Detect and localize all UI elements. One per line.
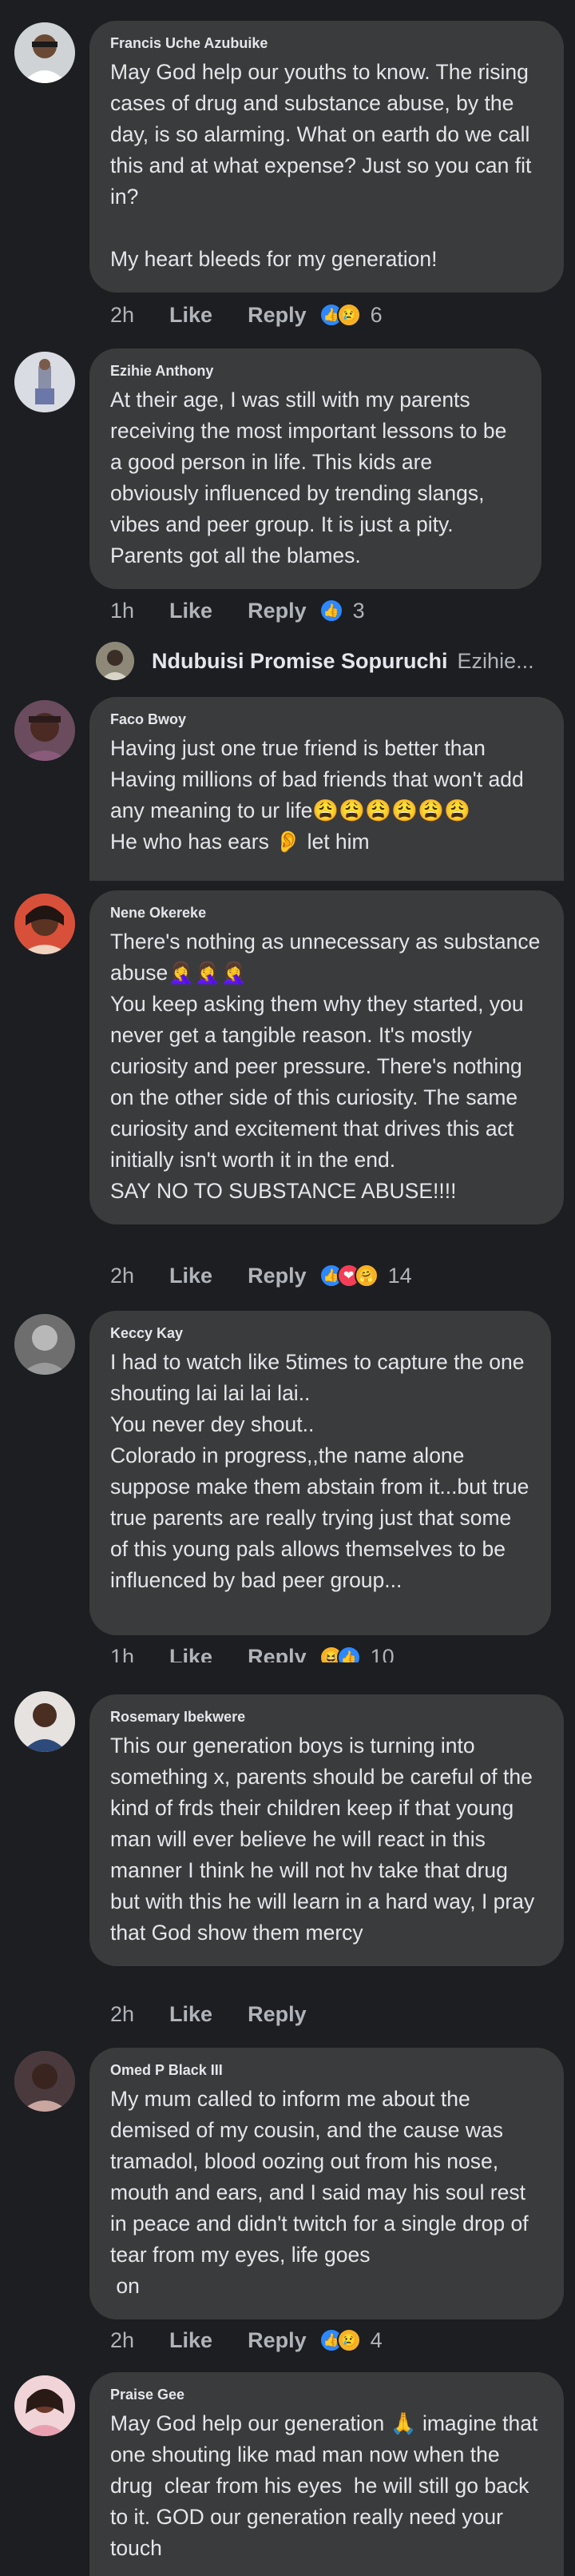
comment-bubble: Omed P Black III My mum called to inform… <box>89 2048 564 2319</box>
avatar <box>96 642 134 680</box>
comment-timestamp[interactable]: 1h <box>110 599 134 623</box>
reply-button[interactable]: Reply <box>248 303 307 328</box>
comment-author[interactable]: Keccy Kay <box>110 1325 530 1342</box>
reactions-summary[interactable]: 😆 👍 10 <box>319 1645 395 1662</box>
reply-button[interactable]: Reply <box>248 2002 307 2027</box>
avatar[interactable] <box>14 2375 75 2436</box>
comment-actions: 2h Like Reply 👍 😢 4 <box>110 2324 383 2356</box>
like-button[interactable]: Like <box>169 1645 212 1662</box>
avatar[interactable] <box>14 352 75 412</box>
comment-text: There's nothing as unnecessary as substa… <box>110 930 541 1203</box>
avatar[interactable] <box>14 1691 75 1752</box>
reaction-count: 10 <box>370 1645 395 1662</box>
reply-snippet: Ezihie... <box>457 648 534 673</box>
avatar[interactable] <box>14 22 75 83</box>
reaction-count: 6 <box>370 302 383 327</box>
reply-author[interactable]: Ndubuisi Promise Sopuruchi <box>152 649 448 674</box>
like-button[interactable]: Like <box>169 599 212 623</box>
reactions-summary[interactable]: 👍 ❤ 🤗 14 <box>319 1264 412 1288</box>
like-button[interactable]: Like <box>169 2002 212 2027</box>
avatar[interactable] <box>14 894 75 954</box>
comment-author[interactable]: Praise Gee <box>110 2387 543 2403</box>
avatar[interactable] <box>14 1314 75 1375</box>
comment-bubble: Francis Uche Azubuike May God help our y… <box>89 21 564 293</box>
thumbs-up-icon: 👍 <box>319 599 343 623</box>
comment-actions: 1h Like Reply 😆 👍 10 <box>110 1645 395 1662</box>
comment-actions: 2h Like Reply 👍 ❤ 🤗 14 <box>110 1260 412 1292</box>
comment-bubble: Faco Bwoy Having just one true friend is… <box>89 697 564 881</box>
sad-face-icon: 😢 <box>336 303 361 327</box>
reactions-summary[interactable]: 👍 😢 4 <box>319 2328 383 2353</box>
comment-author[interactable]: Francis Uche Azubuike <box>110 35 543 52</box>
reaction-count: 4 <box>370 2327 383 2352</box>
comment-timestamp[interactable]: 2h <box>110 303 134 328</box>
comment-actions: 2h Like Reply <box>110 1998 319 2030</box>
care-face-icon: 🤗 <box>354 1264 379 1288</box>
reaction-count: 14 <box>387 1263 412 1288</box>
avatar[interactable] <box>14 2051 75 2112</box>
avatar[interactable] <box>14 700 75 761</box>
comment-actions: 2h Like Reply 👍 😢 6 <box>110 299 383 331</box>
comment-author[interactable]: Rosemary Ibekwere <box>110 1709 543 1726</box>
comments-feed: Francis Uche Azubuike May God help our y… <box>0 0 575 2576</box>
comment-text: I had to watch like 5times to capture th… <box>110 1350 529 1592</box>
like-button[interactable]: Like <box>169 2328 212 2353</box>
comment-timestamp[interactable]: 1h <box>110 1645 134 1662</box>
comment-text: May God help our generation 🙏 imagine th… <box>110 2411 544 2560</box>
comment-bubble: Nene Okereke There's nothing as unnecess… <box>89 890 564 1224</box>
sad-face-icon: 😢 <box>336 2328 361 2352</box>
reactions-summary[interactable]: 👍 3 <box>319 599 365 623</box>
reactions-summary[interactable]: 👍 😢 6 <box>319 303 383 328</box>
comment-bubble: Keccy Kay I had to watch like 5times to … <box>89 1311 551 1635</box>
reply-preview[interactable]: Ndubuisi Promise Sopuruchi Ezihie... <box>96 637 534 685</box>
reaction-count: 3 <box>352 598 365 623</box>
comment-timestamp[interactable]: 2h <box>110 1264 134 1288</box>
reply-button[interactable]: Reply <box>248 1264 307 1288</box>
comment-text: Having just one true friend is better th… <box>110 736 524 854</box>
reply-button[interactable]: Reply <box>248 1645 307 1662</box>
comment-author[interactable]: Nene Okereke <box>110 905 543 922</box>
like-button[interactable]: Like <box>169 1264 212 1288</box>
reply-button[interactable]: Reply <box>248 2328 307 2353</box>
comment-bubble: Rosemary Ibekwere This our generation bo… <box>89 1694 564 1966</box>
reply-button[interactable]: Reply <box>248 599 307 623</box>
comment-text: At their age, I was still with my parent… <box>110 388 513 567</box>
comment-bubble: Ezihie Anthony At their age, I was still… <box>89 348 541 589</box>
comment-author[interactable]: Omed P Black III <box>110 2062 543 2079</box>
comment-actions: 1h Like Reply 👍 3 <box>110 595 365 627</box>
comment-timestamp[interactable]: 2h <box>110 2002 134 2027</box>
comment-author[interactable]: Faco Bwoy <box>110 711 543 728</box>
thumbs-up-icon: 👍 <box>336 1645 361 1662</box>
comment-timestamp[interactable]: 2h <box>110 2328 134 2353</box>
like-button[interactable]: Like <box>169 303 212 328</box>
comment-text: May God help our youths to know. The ris… <box>110 60 532 271</box>
comment-bubble: Praise Gee May God help our generation 🙏… <box>89 2372 564 2576</box>
comment-author[interactable]: Ezihie Anthony <box>110 363 521 380</box>
comment-text: My mum called to inform me about the dem… <box>110 2087 529 2298</box>
comment-text: This our generation boys is turning into… <box>110 1734 541 1945</box>
